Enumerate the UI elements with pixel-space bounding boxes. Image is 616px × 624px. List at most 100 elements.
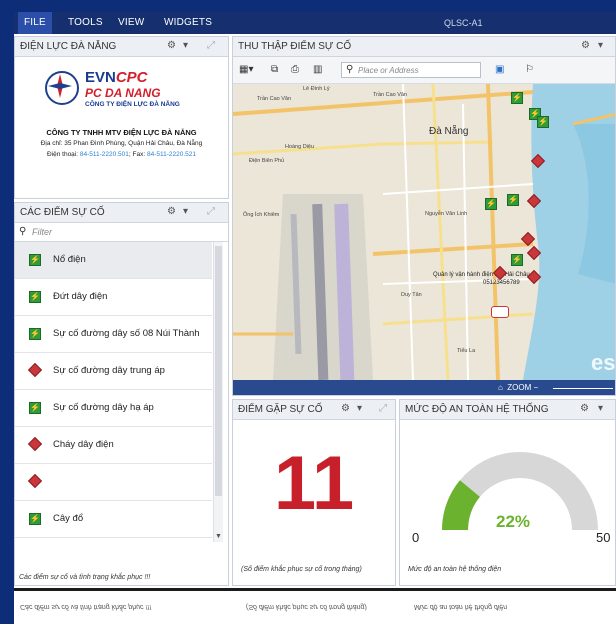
company-panel-header: ĐIỆN LỰC ĐÀ NẴNG ⚙ ▾ ⤢ (15, 37, 228, 57)
warning-diamond-icon (27, 362, 43, 378)
menu-widgets[interactable]: WIDGETS (164, 17, 212, 28)
brand-evn-cpc: EVNCPC (85, 69, 148, 86)
expand-icon[interactable]: ⤢ (207, 206, 215, 217)
chevron-down-icon[interactable]: ▾ (357, 403, 362, 414)
layers-icon[interactable]: ⧉ (271, 64, 278, 75)
gear-icon[interactable]: ⚙ (167, 40, 176, 51)
list-item[interactable] (15, 464, 212, 501)
company-logo-area: EVNCPC PC DA NANG CÔNG TY ĐIỆN LỰC ĐÀ NẴ… (15, 57, 228, 198)
locate-icon[interactable]: ▣ (495, 64, 504, 75)
street-label: Ông Ích Khiêm (243, 212, 280, 218)
safety-panel-header: MỨC ĐỘ AN TOÀN HỆ THỐNG ⚙ ▾ (400, 400, 615, 420)
list-item[interactable]: ⚡ Cây đổ (15, 501, 212, 538)
scrollbar-thumb[interactable] (215, 246, 222, 496)
power-marker-icon[interactable]: ⚡ (507, 194, 519, 206)
scroll-down-icon[interactable]: ▼ (214, 533, 223, 540)
expand-icon[interactable]: ⤢ (207, 40, 215, 51)
map-drawing (233, 84, 615, 380)
expand-icon[interactable]: ⤢ (379, 403, 387, 414)
incident-list: ⚡ Nổ điện ⚡ Đứt dây điện ⚡ Sự cố đường dây … (15, 242, 212, 542)
panel-title: ĐIỂM GẶP SỰ CỐ (238, 404, 323, 415)
zoom-slider[interactable] (553, 388, 613, 389)
print-icon[interactable]: ⎙ (291, 64, 299, 75)
street-label: Tiểu La (457, 348, 476, 354)
reflection-text: Mức độ an toàn hệ thống điện (414, 603, 508, 610)
map-canvas[interactable]: Đà Nẵng Trần Cao Vân Trần Cao Vân Lê Đìn… (233, 84, 615, 380)
street-label: Nguyễn Văn Linh (425, 211, 468, 217)
search-icon: ⚲ (346, 64, 354, 75)
safety-panel: MỨC ĐỘ AN TOÀN HỆ THỐNG ⚙ ▾ 0 50 22% Mức… (399, 399, 616, 586)
search-icon: ⚲ (19, 226, 27, 237)
zoom-bar: ⌂ ZOOM − (233, 380, 615, 395)
filter-box[interactable]: ⚲ Filter (15, 223, 228, 242)
chevron-down-icon[interactable]: ▾ (598, 40, 603, 51)
gauge-value: 22% (496, 512, 531, 531)
power-marker-icon[interactable]: ⚡ (537, 116, 549, 128)
panel-title: THU THẬP ĐIỂM SỰ CỐ (238, 41, 352, 52)
menu-file[interactable]: FILE (18, 12, 52, 34)
list-item[interactable]: ⚡ Sự cố đường dây hạ áp (15, 390, 212, 427)
warning-diamond-icon (27, 473, 43, 489)
power-marker-icon[interactable]: ⚡ (485, 198, 497, 210)
phone-link[interactable]: 84-511-2220.501 (80, 151, 129, 158)
zoom-control[interactable]: ⌂ ZOOM − (498, 383, 538, 392)
chevron-down-icon[interactable]: ▾ (183, 40, 188, 51)
gear-icon[interactable]: ⚙ (580, 403, 589, 414)
street-label: Lê Đình Lý (303, 86, 330, 92)
city-label: Đà Nẵng (429, 126, 469, 137)
map-watermark: es (591, 350, 615, 375)
street-label: Trần Cao Vân (373, 92, 408, 98)
panel-title: ĐIỆN LỰC ĐÀ NẴNG (20, 41, 117, 52)
vehicle-marker-icon[interactable] (491, 306, 509, 318)
list-item[interactable]: Sự cố đường dây trung áp (15, 353, 212, 390)
incident-count-caption: (Số điểm khắc phục sự cố trong tháng) (241, 566, 362, 573)
brand-sub: CÔNG TY ĐIỆN LỰC ĐÀ NẴNG (85, 101, 180, 108)
street-label: Điện Biên Phủ (249, 158, 285, 164)
incident-list-header: CÁC ĐIỂM SỰ CỐ ⚙ ▾ ⤢ (15, 203, 228, 223)
panel-title: MỨC ĐỘ AN TOÀN HỆ THỐNG (405, 404, 549, 415)
gauge-min-label: 0 (412, 530, 420, 545)
map-panel: THU THẬP ĐIỂM SỰ CỐ ⚙ ▾ ▦▾ ⧉ ⎙ ▥ ⚲ Place… (232, 36, 616, 396)
list-item[interactable] (15, 538, 212, 542)
list-item[interactable]: ⚡ Đứt dây điện (15, 279, 212, 316)
list-footnote: Các điểm sự cố và tình trạng khắc phục !… (19, 574, 151, 581)
basemap-icon[interactable]: ▦▾ (239, 64, 253, 75)
power-marker-icon[interactable]: ⚡ (511, 254, 523, 266)
list-item[interactable]: ⚡ Nổ điện (15, 242, 212, 279)
gear-icon[interactable]: ⚙ (581, 40, 590, 51)
map-search[interactable]: ⚲ Place or Address (341, 62, 481, 78)
map-panel-header: THU THẬP ĐIỂM SỰ CỐ ⚙ ▾ (233, 37, 615, 57)
gear-icon[interactable]: ⚙ (341, 403, 350, 414)
power-icon: ⚡ (29, 402, 41, 414)
office-label: Quản lý vận hành điện lực Hải Châu (433, 272, 530, 278)
gear-icon[interactable]: ⚙ (167, 206, 176, 217)
gauge-max-label: 50 (596, 530, 611, 545)
power-icon: ⚡ (29, 328, 41, 340)
menu-view[interactable]: VIEW (118, 17, 144, 28)
reflection-text: Các điểm sự cố và tình trạng khắc phục !… (20, 603, 152, 610)
power-icon: ⚡ (29, 513, 41, 525)
menu-tools[interactable]: TOOLS (68, 17, 103, 28)
user-location-icon[interactable]: ⚐ (525, 64, 534, 75)
list-scrollbar[interactable]: ▼ (213, 242, 223, 542)
power-icon: ⚡ (29, 254, 41, 266)
street-label: Duy Tân (401, 292, 422, 298)
chevron-down-icon[interactable]: ▾ (598, 403, 603, 414)
warning-diamond-icon (27, 436, 43, 452)
evn-logo-icon (45, 71, 79, 105)
filter-input[interactable]: Filter (32, 227, 52, 237)
company-address: Địa chỉ: 35 Phan Đình Phùng, Quận Hải Ch… (40, 140, 203, 147)
search-input[interactable]: Place or Address (358, 66, 419, 75)
list-item[interactable]: ⚡ Sự cố đường dây số 08 Núi Thành (15, 316, 212, 353)
app-window: FILE TOOLS VIEW WIDGETS QLSC-A1 ĐIỆN LỰC… (14, 12, 616, 624)
list-item[interactable]: Cháy dây điện (15, 427, 212, 464)
power-marker-icon[interactable]: ⚡ (511, 92, 523, 104)
chart-icon[interactable]: ▥ (313, 64, 322, 75)
incident-count-header: ĐIỂM GẶP SỰ CỐ ⚙ ▾ ⤢ (233, 400, 395, 420)
safety-caption: Mức độ an toàn hệ thống điện (408, 566, 502, 573)
incident-list-panel: CÁC ĐIỂM SỰ CỐ ⚙ ▾ ⤢ ⚲ Filter ⚡ Nổ điện ⚡… (14, 202, 229, 586)
menu-bar: FILE TOOLS VIEW WIDGETS QLSC-A1 (14, 12, 616, 34)
fax-link[interactable]: 84-511-2220.521 (147, 151, 196, 158)
chevron-down-icon[interactable]: ▾ (183, 206, 188, 217)
power-icon: ⚡ (29, 291, 41, 303)
